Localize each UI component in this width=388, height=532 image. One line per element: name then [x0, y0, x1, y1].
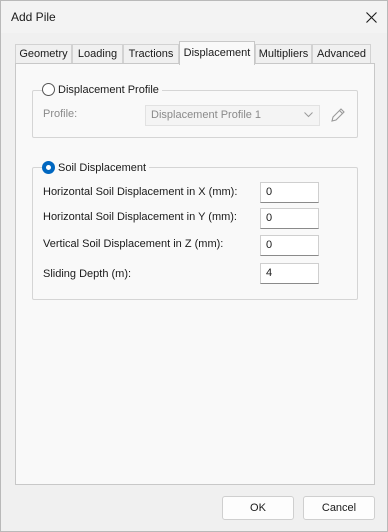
displacement-z-label: Vertical Soil Displacement in Z (mm):: [43, 238, 224, 250]
tab-geometry[interactable]: Geometry: [15, 44, 72, 64]
profile-select[interactable]: Displacement Profile 1: [145, 105, 320, 126]
sliding-depth-label: Sliding Depth (m):: [43, 268, 132, 280]
displacement-y-label: Horizontal Soil Displacement in Y (mm):: [43, 211, 237, 223]
soil-displacement-label: Soil Displacement: [58, 161, 147, 174]
tab-loading[interactable]: Loading: [72, 44, 123, 64]
displacement-tab-panel: Displacement Profile Profile: Displaceme…: [15, 63, 375, 485]
add-pile-dialog: Add Pile Geometry Loading Tractions Disp…: [0, 0, 388, 532]
displacement-z-input[interactable]: 0: [260, 235, 319, 256]
displacement-profile-label: Displacement Profile: [58, 83, 159, 96]
sliding-depth-input[interactable]: 4: [260, 263, 319, 284]
tab-multipliers[interactable]: Multipliers: [255, 44, 312, 64]
tab-displacement[interactable]: Displacement: [179, 41, 255, 65]
tab-tractions[interactable]: Tractions: [123, 44, 179, 64]
displacement-profile-radio-button[interactable]: [42, 83, 55, 96]
ok-button[interactable]: OK: [222, 496, 294, 520]
close-button[interactable]: [355, 1, 387, 33]
tab-advanced[interactable]: Advanced: [312, 44, 371, 64]
soil-displacement-radio-button[interactable]: [42, 161, 55, 174]
cancel-button[interactable]: Cancel: [303, 496, 375, 520]
close-icon: [365, 11, 377, 23]
title-bar: Add Pile: [1, 1, 387, 33]
window-title: Add Pile: [11, 10, 56, 24]
chevron-down-icon: [304, 112, 313, 118]
displacement-y-input[interactable]: 0: [260, 208, 319, 229]
profile-select-value: Displacement Profile 1: [151, 109, 262, 121]
displacement-x-label: Horizontal Soil Displacement in X (mm):: [43, 186, 238, 198]
tab-strip: Geometry Loading Tractions Displacement …: [15, 41, 375, 65]
displacement-profile-radio[interactable]: Displacement Profile: [42, 83, 162, 96]
displacement-x-input[interactable]: 0: [260, 182, 319, 203]
soil-displacement-radio[interactable]: Soil Displacement: [42, 161, 150, 174]
pencil-icon[interactable]: [330, 107, 346, 123]
profile-label: Profile:: [43, 108, 78, 120]
